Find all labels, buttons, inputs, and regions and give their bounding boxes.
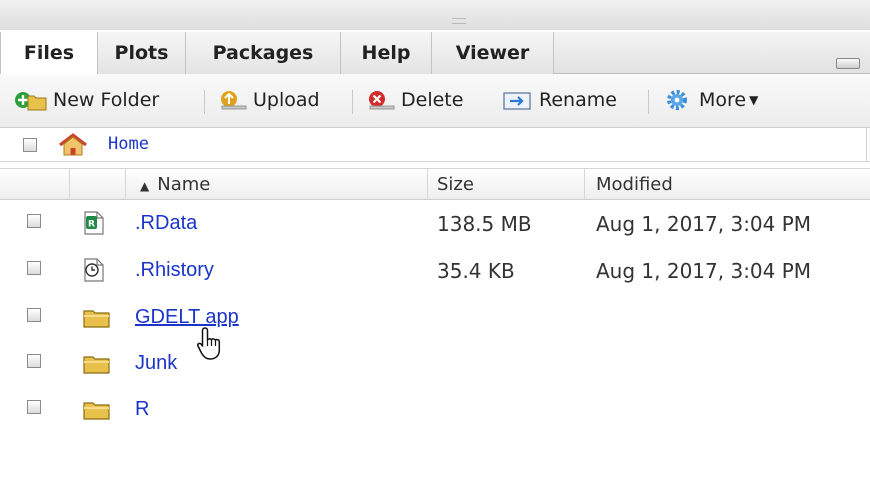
header-size-label: Size (437, 174, 474, 195)
row-checkbox[interactable] (27, 214, 41, 228)
upload-icon (221, 91, 247, 110)
file-row: GDELT app (0, 298, 870, 360)
header-size-column[interactable]: Size (428, 169, 585, 199)
header-checkbox-column (0, 169, 70, 199)
file-name-link[interactable]: Junk (135, 352, 177, 375)
header-name-label: Name (157, 174, 211, 195)
row-checkbox[interactable] (27, 400, 41, 414)
delete-button[interactable]: Delete (366, 86, 463, 114)
folder-icon (83, 402, 110, 420)
file-name-link[interactable]: .Rhistory (135, 259, 214, 282)
new-folder-button[interactable]: New Folder (14, 86, 159, 114)
file-list-header: ▲ Name Size Modified (0, 168, 870, 200)
file-modified: Aug 1, 2017, 3:04 PM (596, 259, 812, 283)
row-checkbox[interactable] (27, 308, 41, 322)
history-file-icon (84, 258, 104, 282)
file-modified: Aug 1, 2017, 3:04 PM (596, 212, 812, 236)
more-label: More (699, 89, 747, 111)
file-size: 35.4 KB (437, 259, 515, 283)
header-type-column (70, 169, 126, 199)
new-folder-icon (15, 92, 47, 111)
header-modified-label: Modified (596, 174, 673, 195)
minimize-pane-icon[interactable] (836, 58, 860, 69)
rename-icon (503, 92, 531, 110)
breadcrumb-home-link[interactable]: Home (108, 134, 149, 154)
more-button[interactable]: More ▼ (664, 86, 758, 114)
breadcrumb: Home (0, 128, 870, 162)
upload-label: Upload (253, 89, 320, 111)
folder-icon (83, 356, 110, 374)
file-row: .Rhistory 35.4 KB Aug 1, 2017, 3:04 PM (0, 251, 870, 295)
select-all-checkbox[interactable] (23, 138, 37, 152)
tab-packages[interactable]: Packages (186, 32, 341, 74)
tab-viewer[interactable]: Viewer (432, 32, 554, 74)
file-name-link[interactable]: R (135, 398, 149, 421)
home-icon[interactable] (58, 133, 88, 157)
header-name-column[interactable]: ▲ Name (126, 169, 428, 199)
rename-label: Rename (539, 89, 617, 111)
header-modified-column[interactable]: Modified (585, 169, 870, 199)
tab-help[interactable]: Help (341, 32, 432, 74)
delete-label: Delete (401, 89, 464, 111)
file-row: R .RData 138.5 MB Aug 1, 2017, 3:04 PM (0, 204, 870, 248)
file-name-link[interactable]: .RData (135, 212, 197, 235)
row-checkbox[interactable] (27, 354, 41, 368)
delete-icon (369, 91, 395, 110)
file-size: 138.5 MB (437, 212, 532, 236)
gear-icon (667, 90, 687, 110)
tab-plots[interactable]: Plots (98, 32, 186, 74)
sort-ascending-icon: ▲ (140, 179, 150, 193)
file-row: R (0, 390, 870, 434)
rdata-file-icon: R (84, 211, 104, 235)
file-row: Junk (0, 344, 870, 388)
rename-button[interactable]: Rename (502, 86, 617, 114)
toolbar-divider (648, 90, 649, 114)
new-folder-label: New Folder (53, 89, 160, 111)
splitter-grip-icon[interactable] (452, 18, 466, 24)
path-divider (866, 128, 867, 162)
row-checkbox[interactable] (27, 261, 41, 275)
files-toolbar: New Folder Upload Delete Rename More ▼ (0, 74, 870, 128)
toolbar-divider (352, 90, 353, 114)
dropdown-caret-icon: ▼ (749, 93, 759, 107)
folder-icon (83, 310, 110, 328)
pane-splitter[interactable] (0, 0, 870, 30)
svg-text:R: R (88, 220, 95, 230)
tab-files[interactable]: Files (0, 32, 98, 75)
pane-tab-bar: Files Plots Packages Help Viewer (0, 32, 870, 75)
toolbar-divider (204, 90, 205, 114)
upload-button[interactable]: Upload (218, 86, 320, 114)
